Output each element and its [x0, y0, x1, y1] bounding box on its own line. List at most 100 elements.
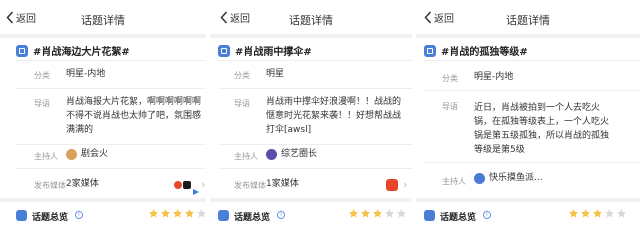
divider: [16, 88, 206, 89]
video-logo-icon: [192, 181, 200, 195]
topic-card: #肖战的孤独等级# 分类 明星-内地 导语 近日，肖战被拍到一个人去吃火 锅，在…: [416, 38, 640, 198]
page-title: 话题详情: [506, 14, 550, 27]
weibo-logo-icon: [174, 181, 182, 189]
topic-detail-panel-3: 返回 话题详情 #肖战的孤独等级# 分类 明星-内地 导语 近日，肖战被拍到一个…: [416, 0, 640, 250]
intro-label: 导语: [34, 99, 50, 108]
category-value: 明星: [266, 69, 285, 79]
topic-icon: [16, 44, 28, 57]
topic-overview: 话题总览 i: [0, 202, 206, 250]
intro-line: 不得不说肖战也太帅了吧，氛围感: [66, 111, 202, 121]
category-value: 明星-内地: [474, 72, 514, 82]
divider: [218, 60, 412, 61]
chevron-right-icon[interactable]: ›: [201, 179, 205, 190]
host-avatar[interactable]: [66, 149, 77, 160]
host-avatar[interactable]: [266, 149, 277, 160]
star-icon: [148, 208, 159, 218]
topic-heading: #肖战海边大片花絮#: [16, 43, 130, 58]
topic-overview: 话题总览 i: [416, 202, 640, 250]
host-name[interactable]: 剧会火: [81, 147, 108, 161]
star-icon: [592, 208, 603, 218]
star-icon: [372, 208, 383, 218]
info-icon[interactable]: i: [277, 211, 285, 219]
host-name[interactable]: 综艺圈长: [281, 147, 317, 161]
category-label: 分类: [234, 71, 250, 80]
overview-title: 话题总览: [32, 213, 69, 223]
intro-line: 肖战海报大片花絮，啊啊啊啊啊啊: [66, 97, 202, 107]
info-icon[interactable]: i: [483, 211, 491, 219]
star-icon: [568, 208, 579, 218]
media-label: 发布媒体: [234, 181, 266, 190]
media-label: 发布媒体: [34, 181, 66, 190]
divider: [16, 168, 206, 169]
intro-line: 锅是第五级孤独，所以肖战的孤独: [474, 131, 610, 141]
info-icon[interactable]: i: [75, 211, 83, 219]
chevron-right-icon[interactable]: ›: [403, 179, 407, 190]
category-label: 分类: [34, 71, 50, 80]
rating-stars: [348, 208, 408, 219]
divider: [218, 144, 412, 145]
nav-bar: 返回 话题详情: [0, 0, 206, 34]
divider: [16, 60, 206, 61]
host-name[interactable]: 快乐摸鱼派...: [489, 171, 543, 185]
intro-line: 近日，肖战被拍到一个人去吃火: [474, 103, 601, 113]
divider: [218, 88, 412, 89]
host-label: 主持人: [442, 177, 466, 186]
topic-detail-panel-1: 返回 话题详情 #肖战海边大片花絮# 分类 明星-内地 导语 肖战海报大片花絮，…: [0, 0, 206, 250]
divider: [218, 168, 412, 169]
nav-bar: 返回 话题详情: [416, 0, 640, 34]
star-icon: [580, 208, 591, 218]
intro-label: 导语: [234, 99, 250, 108]
star-icon: [196, 208, 206, 218]
overview-title: 话题总览: [234, 213, 271, 223]
divider: [424, 90, 640, 91]
overview-title: 话题总览: [440, 213, 477, 223]
topic-name: #肖战海边大片花絮#: [33, 47, 130, 58]
tiktok-logo-icon: [183, 181, 191, 189]
category-value: 明星-内地: [66, 69, 106, 79]
intro-line: 打伞[awsl]: [266, 125, 312, 135]
weibo-logo-icon: [386, 179, 398, 191]
nav-bar: 返回 话题详情: [210, 0, 412, 34]
media-value[interactable]: 2家媒体: [66, 177, 99, 191]
intro-label: 导语: [442, 102, 458, 111]
topic-name: #肖战的孤独等级#: [441, 47, 528, 58]
overview-icon: [424, 210, 435, 221]
intro-line: 肖战雨中撑伞好浪漫啊！！战战的: [266, 97, 402, 107]
page-title: 话题详情: [289, 14, 333, 27]
intro-line: 等级是第5级: [474, 145, 525, 155]
star-icon: [616, 208, 627, 218]
intro-line: 满满的: [66, 125, 94, 135]
screenshot-strip: 返回 话题详情 #肖战海边大片花絮# 分类 明星-内地 导语 肖战海报大片花絮，…: [0, 0, 640, 250]
topic-detail-panel-2: 返回 话题详情 #肖战雨中撑伞# 分类 明星 导语 肖战雨中撑伞好浪漫啊！！战战…: [210, 0, 412, 250]
star-icon: [360, 208, 371, 218]
topic-icon: [218, 44, 230, 57]
star-icon: [160, 208, 171, 218]
topic-icon: [424, 44, 436, 57]
star-icon: [396, 208, 407, 218]
topic-heading: #肖战的孤独等级#: [424, 43, 528, 58]
star-icon: [348, 208, 359, 218]
host-avatar[interactable]: [474, 173, 485, 184]
intro-line: 惬意时光花絮来袭！！好想帮战战: [266, 111, 402, 121]
divider: [16, 144, 206, 145]
divider: [424, 162, 640, 163]
rating-stars: [148, 208, 206, 219]
star-icon: [384, 208, 395, 218]
intro-line: 锅，在孤独等级表上，一个人吃火: [474, 117, 610, 127]
topic-heading: #肖战雨中撑伞#: [218, 43, 312, 58]
rating-stars: [568, 208, 628, 219]
topic-card: #肖战海边大片花絮# 分类 明星-内地 导语 肖战海报大片花絮，啊啊啊啊啊啊 不…: [0, 38, 206, 198]
page-title: 话题详情: [81, 14, 125, 27]
topic-card: #肖战雨中撑伞# 分类 明星 导语 肖战雨中撑伞好浪漫啊！！战战的 惬意时光花絮…: [210, 38, 412, 198]
star-icon: [172, 208, 183, 218]
media-value[interactable]: 1家媒体: [266, 177, 299, 191]
host-label: 主持人: [34, 152, 58, 161]
topic-name: #肖战雨中撑伞#: [235, 47, 312, 58]
category-label: 分类: [442, 74, 458, 83]
overview-icon: [16, 210, 27, 221]
topic-overview: 话题总览 i: [210, 202, 412, 250]
star-icon: [184, 208, 195, 218]
host-label: 主持人: [234, 152, 258, 161]
overview-icon: [218, 210, 229, 221]
star-icon: [604, 208, 615, 218]
